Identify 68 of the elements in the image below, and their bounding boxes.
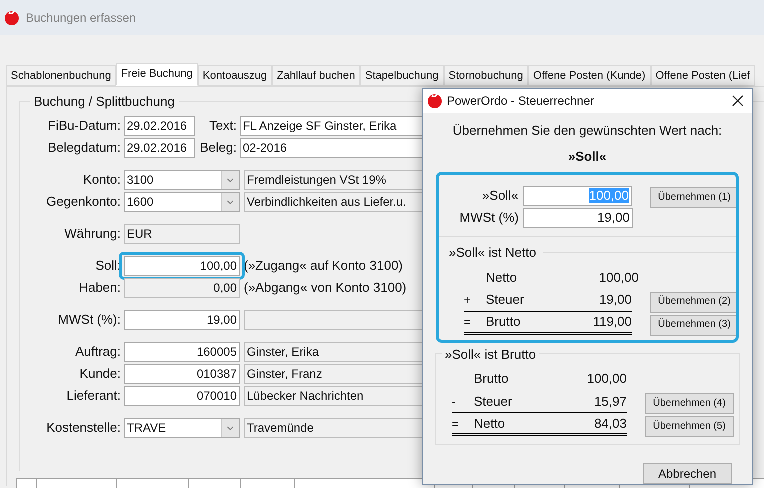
cancel-button[interactable]: Abbrechen bbox=[643, 463, 732, 484]
dialog-title: PowerOrdo - Steuerrechner bbox=[447, 93, 596, 110]
amount-text: 119,00 bbox=[592, 313, 632, 332]
apply-button[interactable]: Übernehmen (3) bbox=[650, 314, 739, 336]
operator-text: = bbox=[464, 314, 472, 331]
chevron-down-icon[interactable] bbox=[221, 192, 239, 210]
chevron-down-icon[interactable] bbox=[221, 170, 239, 188]
logo-icon bbox=[4, 10, 20, 26]
line-label: Steuer bbox=[486, 291, 526, 310]
field-label: Text: bbox=[208, 116, 238, 135]
field-label: Haben: bbox=[78, 278, 122, 297]
operator-text: = bbox=[452, 416, 460, 432]
input-label: MWSt (%) bbox=[458, 209, 520, 228]
line-label: Netto bbox=[486, 268, 518, 287]
field-label: Soll: bbox=[94, 256, 122, 275]
field-label: Währung: bbox=[64, 224, 122, 243]
date-field[interactable]: 29.02.2016 bbox=[124, 138, 195, 158]
field-label: Beleg: bbox=[199, 138, 238, 157]
tab[interactable]: Schablonenbuchung bbox=[6, 65, 116, 86]
dropdown-field[interactable]: 1600 bbox=[124, 192, 240, 212]
operator-text: + bbox=[464, 292, 472, 309]
tab[interactable]: Stornobuchung bbox=[444, 65, 528, 86]
field-label: Konto: bbox=[82, 170, 122, 189]
number-field[interactable]: 160005 bbox=[124, 342, 240, 362]
amount-text: 19,00 bbox=[598, 291, 632, 310]
tab[interactable]: Freie Buchung bbox=[116, 63, 198, 86]
number-field[interactable]: 070010 bbox=[124, 386, 240, 406]
field-label: Kostenstelle: bbox=[46, 418, 122, 437]
tab[interactable]: Stapelbuchung bbox=[360, 65, 444, 86]
logo-icon bbox=[427, 93, 443, 109]
apply-button[interactable]: Übernehmen (1) bbox=[650, 187, 739, 208]
apply-button[interactable]: Übernehmen (4) bbox=[645, 393, 734, 414]
field-label: FiBu-Datum: bbox=[47, 116, 122, 135]
note-text: (»Abgang« von Konto 3100) bbox=[244, 278, 407, 297]
amount-text: 15,97 bbox=[593, 392, 627, 411]
line-label: Netto bbox=[474, 414, 506, 433]
target-text: »Soll« bbox=[567, 148, 608, 166]
window-title: Buchungen erfassen bbox=[26, 10, 136, 26]
number-field[interactable]: 19,00 bbox=[523, 208, 633, 228]
field-label: Lieferant: bbox=[66, 386, 122, 405]
date-field[interactable]: 29.02.2016 bbox=[124, 116, 195, 136]
field-label: Belegdatum: bbox=[47, 138, 122, 157]
dropdown-field[interactable]: TRAVE bbox=[124, 418, 240, 438]
input-value: 100,00 bbox=[589, 188, 629, 203]
close-icon[interactable] bbox=[732, 95, 744, 107]
chevron-down-icon[interactable] bbox=[221, 418, 239, 436]
dropdown-field[interactable]: 3100 bbox=[124, 170, 240, 190]
amount-text: 84,03 bbox=[593, 414, 627, 433]
apply-button[interactable]: Übernehmen (2) bbox=[650, 292, 739, 313]
number-field[interactable]: 010387 bbox=[124, 364, 240, 384]
amount-text: 100,00 bbox=[586, 370, 627, 388]
number-field[interactable]: 19,00 bbox=[124, 310, 240, 330]
line-label: Brutto bbox=[486, 313, 522, 332]
field-label: Gegenkonto: bbox=[46, 192, 122, 211]
tab[interactable]: Kontoauszug bbox=[198, 65, 272, 86]
field-label: MWSt (%): bbox=[57, 310, 122, 329]
input-value: 19,00 bbox=[597, 210, 630, 225]
amount-text: 100,00 bbox=[598, 268, 639, 287]
note-text: (»Zugang« auf Konto 3100) bbox=[244, 256, 404, 275]
readonly-field: EUR bbox=[124, 224, 240, 244]
field-label: Kunde: bbox=[78, 364, 122, 383]
tab[interactable]: Offene Posten (Kunde) bbox=[528, 65, 651, 86]
tab[interactable]: Zahllauf buchen bbox=[272, 65, 360, 86]
readonly-field: 0,00 bbox=[124, 278, 240, 298]
tab[interactable]: Offene Posten (Lief bbox=[650, 65, 756, 86]
number-field[interactable]: 100,00 bbox=[124, 256, 240, 276]
field-label: Auftrag: bbox=[74, 342, 122, 361]
apply-button[interactable]: Übernehmen (5) bbox=[645, 416, 734, 438]
